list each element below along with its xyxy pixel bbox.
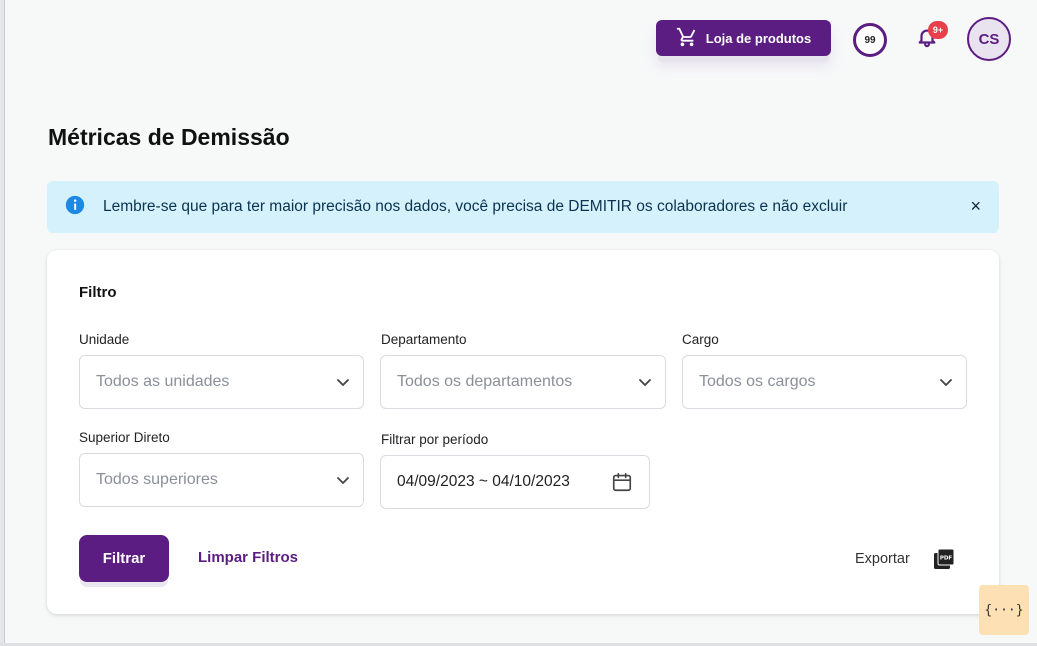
chevron-down-icon [337,379,349,386]
clear-filters-button[interactable]: Limpar Filtros [198,549,298,566]
filter-button[interactable]: Filtrar [79,535,169,582]
cart-icon [676,26,698,51]
calendar-icon[interactable] [611,471,633,493]
supervisor-label: Superior Direto [79,430,170,445]
chevron-down-icon [337,477,349,484]
period-date-input[interactable]: 04/09/2023 ~ 04/10/2023 [380,455,650,509]
department-select-value: Todos os departamentos [397,373,573,390]
role-select[interactable]: Todos os cargos [682,355,967,409]
filter-card: Filtro Unidade Todos as unidades Departa… [47,250,999,614]
alert-message: Lembre-se que para ter maior precisão no… [103,198,848,215]
unit-label: Unidade [79,332,130,347]
department-select[interactable]: Todos os departamentos [380,355,666,409]
dev-tools-button[interactable]: {···} [979,585,1029,635]
notifications-badge: 9+ [928,21,948,39]
info-icon [47,195,85,220]
chevron-down-icon [639,379,651,386]
chevron-down-icon [940,379,952,386]
avatar-initials: CS [978,30,1000,48]
supervisor-select[interactable]: Todos superiores [79,453,364,507]
shop-button[interactable]: Loja de produtos [656,20,831,56]
unit-select[interactable]: Todos as unidades [79,355,364,409]
filter-title: Filtro [79,284,117,301]
period-value: 04/09/2023 ~ 04/10/2023 [397,473,570,490]
page-title: Métricas de Demissão [48,124,290,150]
pdf-icon[interactable]: PDF [932,547,956,571]
role-select-value: Todos os cargos [699,373,816,390]
points-value: 99 [864,34,876,46]
left-rail [0,0,5,646]
department-label: Departamento [381,332,467,347]
user-avatar[interactable]: CS [967,17,1011,61]
svg-text:PDF: PDF [940,556,953,562]
unit-select-value: Todos as unidades [96,373,230,390]
export-label[interactable]: Exportar [855,551,910,567]
role-label: Cargo [682,332,719,347]
points-badge[interactable]: 99 [853,23,887,57]
close-icon[interactable]: × [970,196,981,216]
info-alert: Lembre-se que para ter maior precisão no… [47,181,999,233]
period-label: Filtrar por período [381,432,489,447]
supervisor-select-value: Todos superiores [96,471,218,488]
shop-button-label: Loja de produtos [705,30,812,46]
